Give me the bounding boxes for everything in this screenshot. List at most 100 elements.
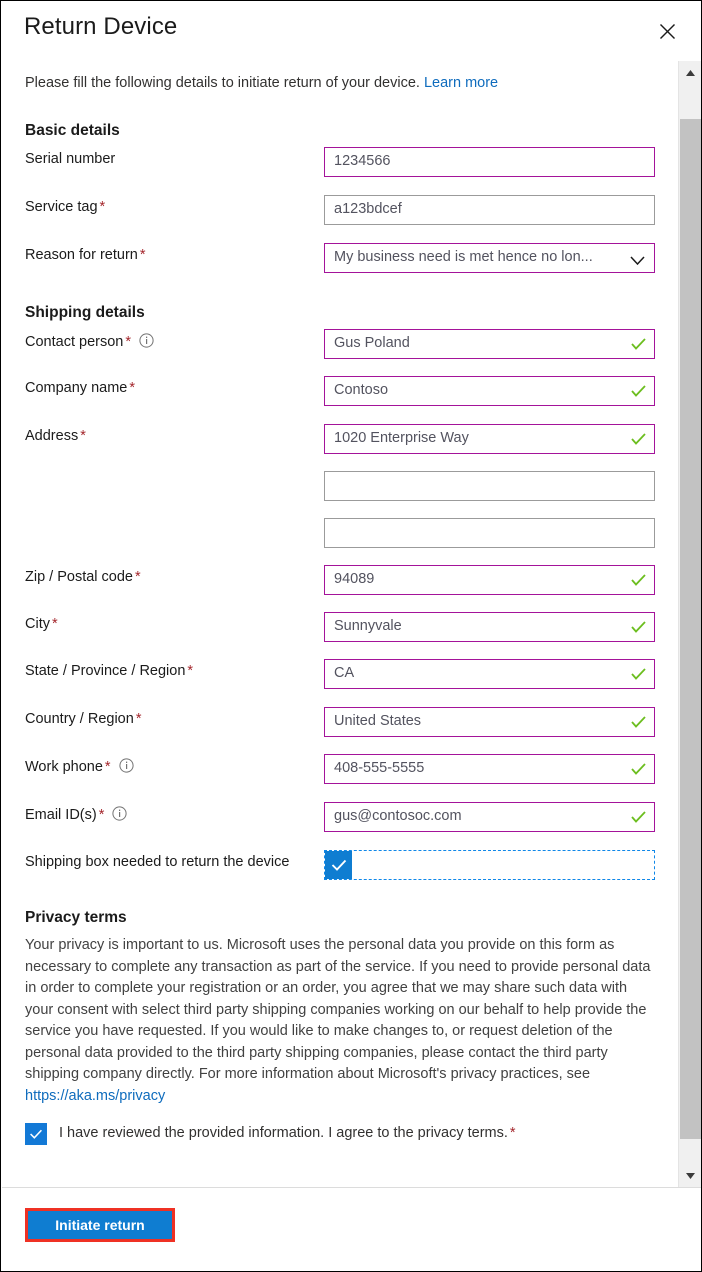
check-glyph — [631, 668, 646, 680]
field-label: Serial number — [25, 151, 116, 167]
check-glyph — [631, 385, 646, 397]
check-glyph — [30, 1129, 42, 1139]
text-field[interactable]: Gus Poland — [324, 329, 655, 359]
info-icon[interactable] — [118, 758, 134, 777]
valid-check-icon — [631, 432, 646, 450]
chevron-down-icon[interactable] — [630, 252, 645, 270]
text-field[interactable]: 408-555-5555 — [324, 754, 655, 784]
scroll-down-icon[interactable] — [679, 1165, 701, 1187]
return-device-dialog: Return Device Please fill the following … — [0, 0, 702, 1272]
form-row: Address * 1020 Enterprise Way — [2, 424, 678, 454]
required-asterisk: * — [187, 663, 194, 679]
form-content: Please fill the following details to ini… — [2, 61, 678, 1188]
required-asterisk: * — [135, 711, 142, 727]
required-asterisk: * — [99, 199, 106, 215]
text-field[interactable]: Contoso — [324, 376, 655, 406]
text-field[interactable]: gus@contosoc.com — [324, 802, 655, 832]
check-glyph — [631, 338, 646, 350]
field-value: 94089 — [334, 571, 375, 587]
text-field[interactable]: CA — [324, 659, 655, 689]
form-row: Service tag * a123bdcef — [2, 195, 678, 225]
text-field[interactable] — [324, 471, 655, 501]
section-title-privacy: Privacy terms — [25, 909, 127, 926]
shipping-box-row: Shipping box needed to return the device — [2, 850, 678, 880]
text-field[interactable]: 1234566 — [324, 147, 655, 177]
learn-more-link[interactable]: Learn more — [424, 75, 498, 91]
field-value: United States — [334, 713, 422, 729]
required-asterisk: * — [80, 428, 86, 444]
agree-label: I have reviewed the provided information… — [59, 1125, 516, 1141]
intro-label: Please fill the following details to ini… — [25, 75, 420, 91]
valid-check-icon — [631, 715, 646, 733]
field-value: Sunnyvale — [334, 618, 402, 634]
field-value: My business need is met hence no lon... — [334, 249, 593, 265]
info-glyph — [112, 806, 127, 821]
valid-check-icon — [631, 573, 646, 591]
text-field[interactable] — [324, 518, 655, 548]
check-glyph — [631, 574, 646, 586]
privacy-body: Your privacy is important to us. Microso… — [25, 937, 651, 1082]
select-field[interactable]: My business need is met hence no lon... — [324, 243, 655, 273]
dialog-body: Please fill the following details to ini… — [2, 61, 701, 1188]
shipping-box-label: Shipping box needed to return the device — [25, 854, 290, 870]
form-row: Email ID(s) * gus@contosoc.com — [2, 802, 678, 832]
text-field[interactable]: 1020 Enterprise Way — [324, 424, 655, 454]
field-label: City * — [25, 616, 58, 632]
scrollbar-thumb[interactable] — [680, 119, 701, 1139]
vertical-scrollbar[interactable] — [678, 61, 701, 1188]
close-icon[interactable] — [651, 15, 683, 47]
initiate-return-button[interactable]: Initiate return — [28, 1211, 172, 1239]
intro-text: Please fill the following details to ini… — [25, 75, 498, 91]
form-row — [2, 518, 678, 548]
required-asterisk: * — [98, 807, 105, 823]
field-label: Company name * — [25, 380, 136, 396]
form-row: Reason for return * My business need is me… — [2, 243, 678, 273]
close-glyph — [659, 23, 675, 39]
check-glyph — [631, 433, 646, 445]
valid-check-icon — [631, 667, 646, 685]
scroll-up-icon[interactable] — [679, 62, 701, 84]
required-asterisk: * — [509, 1125, 516, 1141]
text-field[interactable]: a123bdcef — [324, 195, 655, 225]
field-value: a123bdcef — [334, 201, 402, 217]
required-asterisk: * — [125, 334, 131, 350]
chevron-down-glyph — [685, 1173, 695, 1179]
check-glyph — [631, 621, 646, 633]
info-icon[interactable] — [139, 333, 154, 352]
agree-checkbox[interactable] — [25, 1123, 47, 1145]
shipping-box-checkbox[interactable] — [325, 851, 352, 879]
privacy-policy-link[interactable]: https://aka.ms/privacy — [25, 1088, 165, 1104]
field-value: 1020 Enterprise Way — [334, 430, 469, 446]
privacy-terms-text: Your privacy is important to us. Microso… — [25, 935, 655, 1107]
form-row: City * Sunnyvale — [2, 612, 678, 642]
info-icon[interactable] — [112, 806, 127, 825]
chevron-up-glyph — [685, 70, 695, 76]
text-field[interactable]: 94089 — [324, 565, 655, 595]
text-field[interactable]: Sunnyvale — [324, 612, 655, 642]
required-asterisk: * — [135, 569, 141, 585]
page-title: Return Device — [24, 13, 178, 40]
form-row: State / Province / Region * CA — [2, 659, 678, 689]
chevron-down-glyph — [630, 256, 645, 266]
dialog-footer: Initiate return — [2, 1187, 701, 1270]
form-row: Serial number 1234566 — [2, 147, 678, 177]
check-glyph — [631, 763, 646, 775]
form-row: Work phone * 408-555-5555 — [2, 754, 678, 784]
field-value: Contoso — [334, 382, 389, 398]
field-label: Service tag * — [25, 199, 106, 215]
form-row — [2, 471, 678, 501]
field-value: gus@contosoc.com — [334, 808, 462, 824]
info-glyph — [118, 758, 134, 773]
field-value: 408-555-5555 — [334, 760, 425, 776]
dialog-header: Return Device — [1, 1, 701, 61]
valid-check-icon — [631, 762, 646, 780]
form-row: Company name * Contoso — [2, 376, 678, 406]
valid-check-icon — [631, 620, 646, 638]
form-row: Zip / Postal code * 94089 — [2, 565, 678, 595]
field-label: Contact person * — [25, 333, 154, 352]
form-row: Country / Region * United States — [2, 707, 678, 737]
required-asterisk: * — [104, 759, 111, 775]
text-field[interactable]: United States — [324, 707, 655, 737]
field-label: Reason for return * — [25, 247, 146, 263]
section-title-basic: Basic details — [25, 122, 120, 139]
